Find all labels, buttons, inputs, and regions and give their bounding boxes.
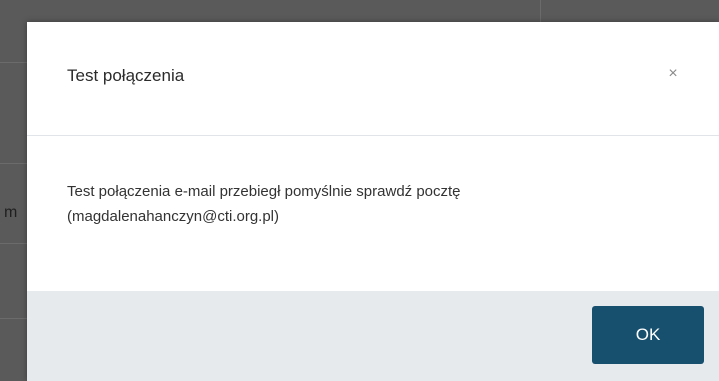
background-text-fragment: m bbox=[4, 204, 18, 221]
dialog-footer: OK bbox=[27, 291, 719, 381]
message-line: Test połączenia e-mail przebiegł pomyśln… bbox=[67, 183, 461, 200]
dialog-header: Test połączenia × bbox=[27, 22, 719, 136]
dialog-message: Test połączenia e-mail przebiegł pomyśln… bbox=[67, 179, 667, 229]
dialog-title: Test połączenia bbox=[67, 66, 185, 85]
message-email: (magdalenahanczyn@cti.org.pl) bbox=[67, 208, 279, 225]
dialog-body: Test połączenia e-mail przebiegł pomyśln… bbox=[27, 136, 719, 291]
ok-button[interactable]: OK bbox=[592, 306, 704, 364]
connection-test-dialog: Test połączenia × Test połączenia e-mail… bbox=[27, 22, 719, 381]
close-icon[interactable]: × bbox=[663, 62, 683, 86]
